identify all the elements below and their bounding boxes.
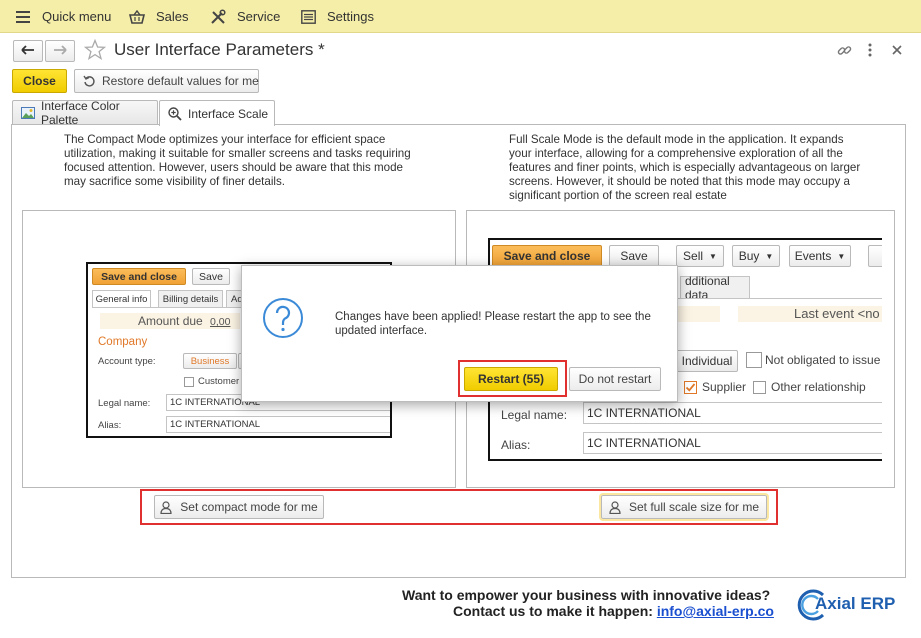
quick-menu-item[interactable]: Quick menu (14, 0, 111, 33)
footer-email-link[interactable]: info@axial-erp.co (657, 603, 774, 619)
compact-customer-check: Customer (184, 376, 239, 387)
full-buy-label: Buy (738, 249, 760, 263)
other-relationship-label: Other relationship (771, 380, 866, 394)
dialog-message: Changes have been applied! Please restar… (335, 311, 651, 337)
basket-icon (128, 8, 146, 26)
footer-tagline: Want to empower your business with innov… (402, 587, 771, 603)
page-title: User Interface Parameters * (114, 40, 325, 59)
tab-interface-color-palette[interactable]: Interface Color Palette (12, 99, 158, 127)
compact-tab-general: General info (92, 290, 151, 308)
compact-alias-field: 1C INTERNATIONAL (166, 416, 390, 433)
full-events-button: Events ▼ (789, 245, 851, 267)
not-obligated-label: Not obligated to issue (765, 353, 881, 367)
set-compact-mode-button[interactable]: Set compact mode for me (154, 495, 324, 519)
dropdown-arrow-icon: ▼ (765, 251, 774, 261)
set-full-scale-button[interactable]: Set full scale size for me (599, 493, 769, 521)
restart-highlight-box (458, 360, 567, 397)
top-menu-bar: Quick menu Sales Service Settings (0, 0, 921, 33)
close-button[interactable]: Close (12, 69, 67, 93)
service-menu-label: Service (237, 9, 281, 24)
image-palette-icon (21, 107, 35, 119)
full-legal-name-field: 1C INTERNATIONAL (583, 402, 882, 424)
full-last-event-label: Last event <no (794, 306, 880, 321)
not-obligated-checkbox (746, 352, 762, 368)
dropdown-arrow-icon: ▼ (837, 251, 846, 261)
full-supplier-check: Supplier (684, 380, 746, 394)
footer-contact: Contact us to make it happen: info@axial… (453, 603, 774, 619)
full-save-button: Save (609, 245, 659, 267)
full-buy-button: Buy ▼ (732, 245, 780, 267)
zoom-in-icon (168, 106, 182, 121)
restore-defaults-label: Restore default values for me (102, 74, 259, 88)
more-actions-icon[interactable] (862, 42, 878, 58)
service-menu-item[interactable]: Service (209, 0, 280, 33)
close-icon[interactable] (889, 42, 905, 58)
customer-label: Customer (198, 376, 240, 387)
compact-company-heading: Company (98, 336, 148, 348)
user-icon (160, 500, 172, 514)
full-scale-description: Full Scale Mode is the default mode in t… (509, 133, 861, 202)
other-relationship-checkbox (753, 380, 766, 394)
compact-amount-value: 0,00 (210, 316, 231, 328)
tab-label: Interface Scale (188, 106, 269, 121)
tools-icon (209, 8, 227, 26)
set-compact-mode-label: Set compact mode for me (180, 500, 318, 514)
user-icon (609, 500, 621, 514)
do-not-restart-button[interactable]: Do not restart (569, 367, 661, 391)
supplier-checkbox-checked (684, 380, 697, 394)
compact-save-button: Save (192, 268, 230, 285)
full-not-obligated-check: Not obligated to issue (746, 352, 880, 368)
compact-account-type-label: Account type: (98, 356, 156, 367)
compact-alias-label: Alias: (98, 420, 122, 431)
full-save-close-button: Save and close (492, 245, 602, 267)
sales-menu-item[interactable]: Sales (128, 0, 189, 33)
full-sell-button: Sell ▼ (676, 245, 724, 267)
arrow-left-icon (21, 44, 35, 58)
settings-menu-label: Settings (327, 9, 374, 24)
hamburger-icon (14, 8, 32, 26)
compact-mode-description: The Compact Mode optimizes your interfac… (64, 133, 411, 188)
footer-contact-text: Contact us to make it happen: (453, 603, 653, 619)
set-full-scale-label: Set full scale size for me (628, 500, 760, 514)
full-legal-name-label: Legal name: (501, 408, 568, 422)
compact-save-close-button: Save and close (92, 268, 186, 285)
full-alias-field: 1C INTERNATIONAL (583, 432, 882, 454)
tab-label: Interface Color Palette (41, 99, 120, 127)
back-button[interactable] (13, 40, 43, 62)
quick-menu-label: Quick menu (42, 9, 112, 24)
compact-legal-name-label: Legal name: (98, 398, 151, 409)
full-alias-label: Alias: (501, 438, 531, 452)
full-individual-toggle: Individual (676, 350, 738, 372)
full-sell-label: Sell (683, 249, 704, 263)
tab-interface-scale[interactable]: Interface Scale (159, 100, 275, 126)
full-events-label: Events (794, 249, 832, 263)
favorite-star-icon[interactable] (83, 38, 107, 61)
link-icon[interactable] (836, 42, 852, 58)
compact-amount-due-label: Amount due (138, 314, 203, 328)
axial-erp-logo-text: Axial ERP (815, 594, 896, 613)
compact-tab-billing: Billing details (158, 290, 223, 308)
dropdown-arrow-icon: ▼ (709, 251, 717, 261)
arrow-right-icon (53, 44, 67, 58)
settings-list-icon (299, 8, 317, 26)
forward-button[interactable] (45, 40, 75, 62)
restore-icon (83, 75, 96, 88)
full-tab-additional-data: dditional data (680, 274, 750, 302)
full-other-relationship-check: Other relationship (753, 380, 866, 394)
question-icon (262, 297, 304, 339)
customer-checkbox (184, 376, 194, 387)
restore-defaults-button[interactable]: Restore default values for me (74, 69, 259, 93)
supplier-label: Supplier (702, 380, 747, 394)
sales-menu-label: Sales (156, 9, 189, 24)
full-extra-button (868, 245, 882, 267)
settings-menu-item[interactable]: Settings (299, 0, 374, 33)
compact-business-toggle: Business (183, 353, 237, 369)
